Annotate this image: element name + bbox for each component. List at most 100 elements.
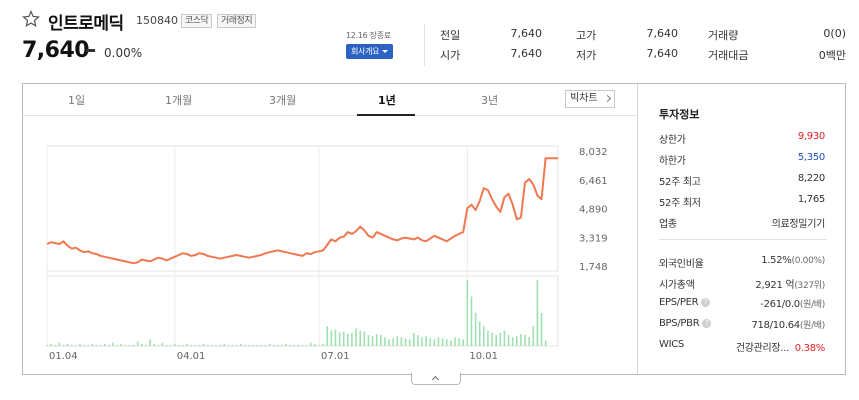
volume-bar: [429, 338, 432, 346]
volume-bar: [293, 344, 296, 346]
x-tick-label: 07.01: [321, 351, 350, 362]
company-overview-button[interactable]: 회사개요: [346, 44, 394, 59]
volume-bar: [367, 335, 370, 346]
market-cap-rank: (327위): [794, 281, 825, 291]
quote-label: 거래량: [708, 29, 739, 42]
trading-halt-badge: 거래정지: [217, 14, 257, 28]
volume-bar: [202, 343, 205, 346]
volume-bar: [466, 280, 469, 346]
volume-bar: [136, 341, 139, 346]
volume-bar: [198, 344, 201, 346]
chevron-up-icon: [431, 375, 440, 384]
volume-bar: [379, 335, 382, 346]
collapse-chart-button[interactable]: [411, 373, 461, 385]
volume-bar: [487, 330, 489, 346]
volume-bar: [206, 344, 209, 346]
wics-value[interactable]: 건강관리장... 0.38%: [736, 339, 825, 354]
investment-info-title: 투자정보: [659, 108, 700, 121]
upper-limit-value: 9,930: [797, 131, 825, 142]
big-chart-label: 빅차트: [570, 93, 598, 104]
volume-bar: [425, 336, 427, 346]
help-icon[interactable]: ?: [702, 318, 712, 328]
volume-bar: [359, 330, 361, 346]
volume-bar: [99, 344, 102, 346]
volume-bar: [169, 344, 172, 346]
volume-bar: [75, 344, 77, 346]
volume-bar: [301, 344, 304, 346]
volume-bar: [272, 344, 275, 346]
volume-bar: [219, 344, 221, 346]
volume-bar: [260, 344, 263, 346]
quote-value: 0(0): [823, 27, 846, 40]
big-chart-button[interactable]: 빅차트: [565, 90, 615, 108]
volume-bar: [528, 337, 530, 346]
volume-bar: [392, 338, 394, 346]
star-icon[interactable]: [22, 10, 40, 28]
wics-sector[interactable]: 건강관리장...: [736, 343, 789, 354]
volume-bar: [338, 332, 341, 346]
divider: [424, 24, 425, 66]
volume-bar: [462, 339, 465, 346]
volume-bar: [309, 342, 312, 346]
x-tick-label: 01.04: [49, 351, 78, 362]
price-line: [46, 157, 558, 265]
price-plot-frame: [46, 145, 559, 272]
volume-bar: [289, 344, 291, 346]
volume-bar: [384, 337, 386, 346]
info-label: 52주 최저: [659, 198, 701, 209]
volume-bar: [190, 344, 193, 346]
y-tick-label: 6,461: [579, 176, 608, 187]
wics-rate: 0.38%: [794, 343, 826, 354]
volume-bar: [108, 344, 110, 346]
volume-bar: [441, 338, 444, 346]
eps-per-text: EPS/PER: [659, 297, 699, 308]
y-tick-label: 3,319: [579, 233, 608, 244]
volume-bar: [421, 337, 423, 346]
tab-1m[interactable]: 1개월: [165, 92, 192, 108]
volume-bar: [231, 344, 234, 346]
tab-1d[interactable]: 1일: [68, 92, 85, 108]
info-label: 하한가: [659, 156, 686, 167]
foreign-ratio-label: 외국인비율: [659, 259, 704, 270]
panel-divider: [637, 84, 638, 374]
volume-bar: [330, 330, 333, 346]
volume-bar: [103, 343, 106, 346]
tab-1y[interactable]: 1년: [378, 92, 396, 108]
volume-bar: [211, 344, 213, 346]
volume-bar: [297, 344, 300, 346]
market-cap-value: 2,921 억(327위): [755, 276, 825, 291]
change-rate: 0.00%: [104, 46, 143, 60]
volume-bar: [433, 339, 436, 346]
volume-bar: [124, 344, 127, 346]
y-tick-label: 1,748: [579, 262, 608, 273]
eps-per-unit: (원/배): [799, 300, 825, 310]
volume-bar: [116, 344, 118, 346]
volume-bar: [458, 338, 460, 346]
volume-plot-frame: [46, 275, 559, 347]
volume-bar: [145, 344, 147, 346]
volume-bar: [91, 343, 94, 346]
x-tick-label: 10.01: [469, 351, 498, 362]
tab-3m[interactable]: 3개월: [269, 92, 296, 108]
volume-bar: [474, 313, 477, 346]
volume-bar: [400, 337, 403, 346]
volume-bar: [524, 335, 526, 346]
volume-bar: [495, 335, 497, 346]
volume-bar: [285, 343, 287, 346]
volume-bar: [499, 332, 502, 346]
volume-bar: [149, 339, 151, 346]
volume-bar: [483, 326, 485, 346]
tab-3y[interactable]: 3년: [481, 92, 498, 108]
volume-bar: [66, 343, 69, 346]
volume-bar: [375, 333, 378, 346]
volume-bar: [281, 344, 283, 346]
help-icon[interactable]: ?: [701, 297, 711, 307]
volume-bar: [46, 344, 48, 346]
volume-bar: [276, 344, 279, 346]
quote-label: 전일: [440, 29, 461, 42]
volume-bar: [95, 344, 98, 346]
volume-bar: [355, 328, 357, 346]
stock-name: 인트로메딕: [48, 14, 124, 34]
foreign-ratio-value: 1.52%(0.00%): [761, 255, 825, 266]
quote-label: 시가: [440, 49, 461, 62]
